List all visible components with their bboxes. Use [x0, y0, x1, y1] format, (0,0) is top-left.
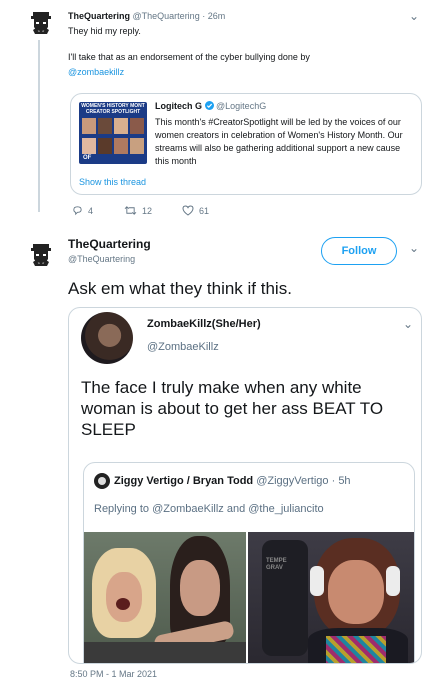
- thumb-photo-3: [114, 118, 128, 134]
- thumbnail-footer: OF: [83, 155, 92, 161]
- logitech-tweet-text: This month's #CreatorSpotlight will be l…: [155, 117, 403, 166]
- thumb-photo-2: [98, 118, 112, 134]
- main-tweet-text: Ask em what they think if this.: [68, 279, 292, 298]
- main-tweet-display-name[interactable]: TheQuartering: [68, 237, 151, 251]
- thumb-photo-5: [82, 138, 96, 154]
- thumb-photo-8: [130, 138, 144, 154]
- ziggy-inner-quote-card[interactable]: Ziggy Vertigo / Bryan Todd @ZiggyVertigo…: [83, 462, 415, 663]
- skull-avatar-icon: [31, 12, 51, 34]
- reply-action[interactable]: 4: [72, 205, 93, 216]
- retweet-action[interactable]: 12: [124, 205, 152, 216]
- ziggy-display-name[interactable]: Ziggy Vertigo / Bryan Todd: [114, 475, 253, 487]
- top-tweet-chevron-down-icon[interactable]: ⌄: [409, 9, 419, 23]
- top-tweet-header: TheQuartering @TheQuartering · 26m: [68, 11, 225, 21]
- zombaekillz-tweet-text: The face I truly make when any white wom…: [81, 378, 384, 439]
- follow-button[interactable]: Follow: [321, 237, 397, 265]
- thumb-photo-7: [114, 138, 128, 154]
- retweet-icon: [124, 206, 137, 215]
- show-thread-link[interactable]: Show this thread: [79, 177, 146, 187]
- like-action[interactable]: 61: [182, 205, 209, 216]
- retweet-count: 12: [142, 205, 153, 216]
- logitech-handle[interactable]: @LogitechG: [216, 101, 266, 111]
- top-tweet-avatar[interactable]: [30, 10, 52, 41]
- replying-to-users[interactable]: @ZombaeKillz and @the_juliancito: [152, 503, 324, 515]
- quote-chevron-down-icon[interactable]: ⌄: [403, 317, 413, 331]
- reply-count: 4: [88, 205, 94, 216]
- yelling-woman-image[interactable]: [84, 532, 246, 663]
- chair-text: TEMPE GRAV: [266, 558, 287, 571]
- thumbnail-title: WOMEN'S HISTORY MONT CREATOR SPOTLIGHT: [81, 103, 145, 115]
- like-count: 61: [199, 205, 210, 216]
- replying-to-prefix: Replying to: [94, 503, 150, 515]
- skull-avatar-icon: [31, 244, 51, 266]
- zombaekillz-display-name[interactable]: ZombaeKillz(She/Her): [147, 318, 261, 330]
- replying-to-line: Replying to @ZombaeKillz and @the_julian…: [94, 503, 324, 515]
- top-tweet-time[interactable]: 26m: [208, 11, 226, 21]
- top-tweet-text-line1: They hid my reply.: [68, 26, 141, 36]
- ziggy-separator: ·: [331, 475, 336, 487]
- logitech-display-name[interactable]: Logitech G: [155, 101, 202, 111]
- main-tweet-handle[interactable]: @TheQuartering: [68, 254, 135, 264]
- top-tweet-mention[interactable]: @zombaekillz: [68, 67, 124, 77]
- thumb-photo-1: [82, 118, 96, 134]
- ziggy-header: Ziggy Vertigo / Bryan Todd @ZiggyVertigo…: [114, 475, 351, 487]
- zombaekillz-avatar[interactable]: [81, 312, 133, 364]
- thumb-photo-6: [98, 138, 112, 154]
- ziggy-time[interactable]: 5h: [338, 475, 350, 487]
- zombaekillz-handle[interactable]: @ZombaeKillz: [147, 341, 219, 353]
- main-tweet-timestamp[interactable]: 8:50 PM - 1 Mar 2021: [70, 669, 157, 679]
- top-tweet-text-line2: I'll take that as an endorsement of the …: [68, 52, 310, 62]
- top-tweet-display-name[interactable]: TheQuartering: [68, 11, 130, 21]
- zombaekillz-quote-card[interactable]: ZombaeKillz(She/Her) @ZombaeKillz ⌄ The …: [68, 307, 422, 664]
- ziggy-handle[interactable]: @ZiggyVertigo: [256, 475, 328, 487]
- top-tweet-separator: ·: [202, 11, 206, 21]
- ziggy-avatar[interactable]: [94, 473, 110, 489]
- grimacing-streamer-image[interactable]: TEMPE GRAV: [248, 532, 414, 663]
- thumb-photo-4: [130, 118, 144, 134]
- main-tweet-avatar[interactable]: [30, 242, 52, 273]
- reply-icon: [73, 206, 82, 216]
- thread-line: [38, 40, 40, 212]
- main-tweet-chevron-down-icon[interactable]: ⌄: [409, 241, 419, 255]
- logitech-header: Logitech G @LogitechG: [155, 101, 266, 111]
- verified-badge-icon: [204, 101, 214, 110]
- top-tweet-handle[interactable]: @TheQuartering: [133, 11, 200, 21]
- heart-icon: [182, 205, 194, 216]
- creator-spotlight-thumbnail: WOMEN'S HISTORY MONT CREATOR SPOTLIGHT O…: [79, 102, 147, 164]
- logitech-quote-card[interactable]: WOMEN'S HISTORY MONT CREATOR SPOTLIGHT O…: [70, 93, 422, 195]
